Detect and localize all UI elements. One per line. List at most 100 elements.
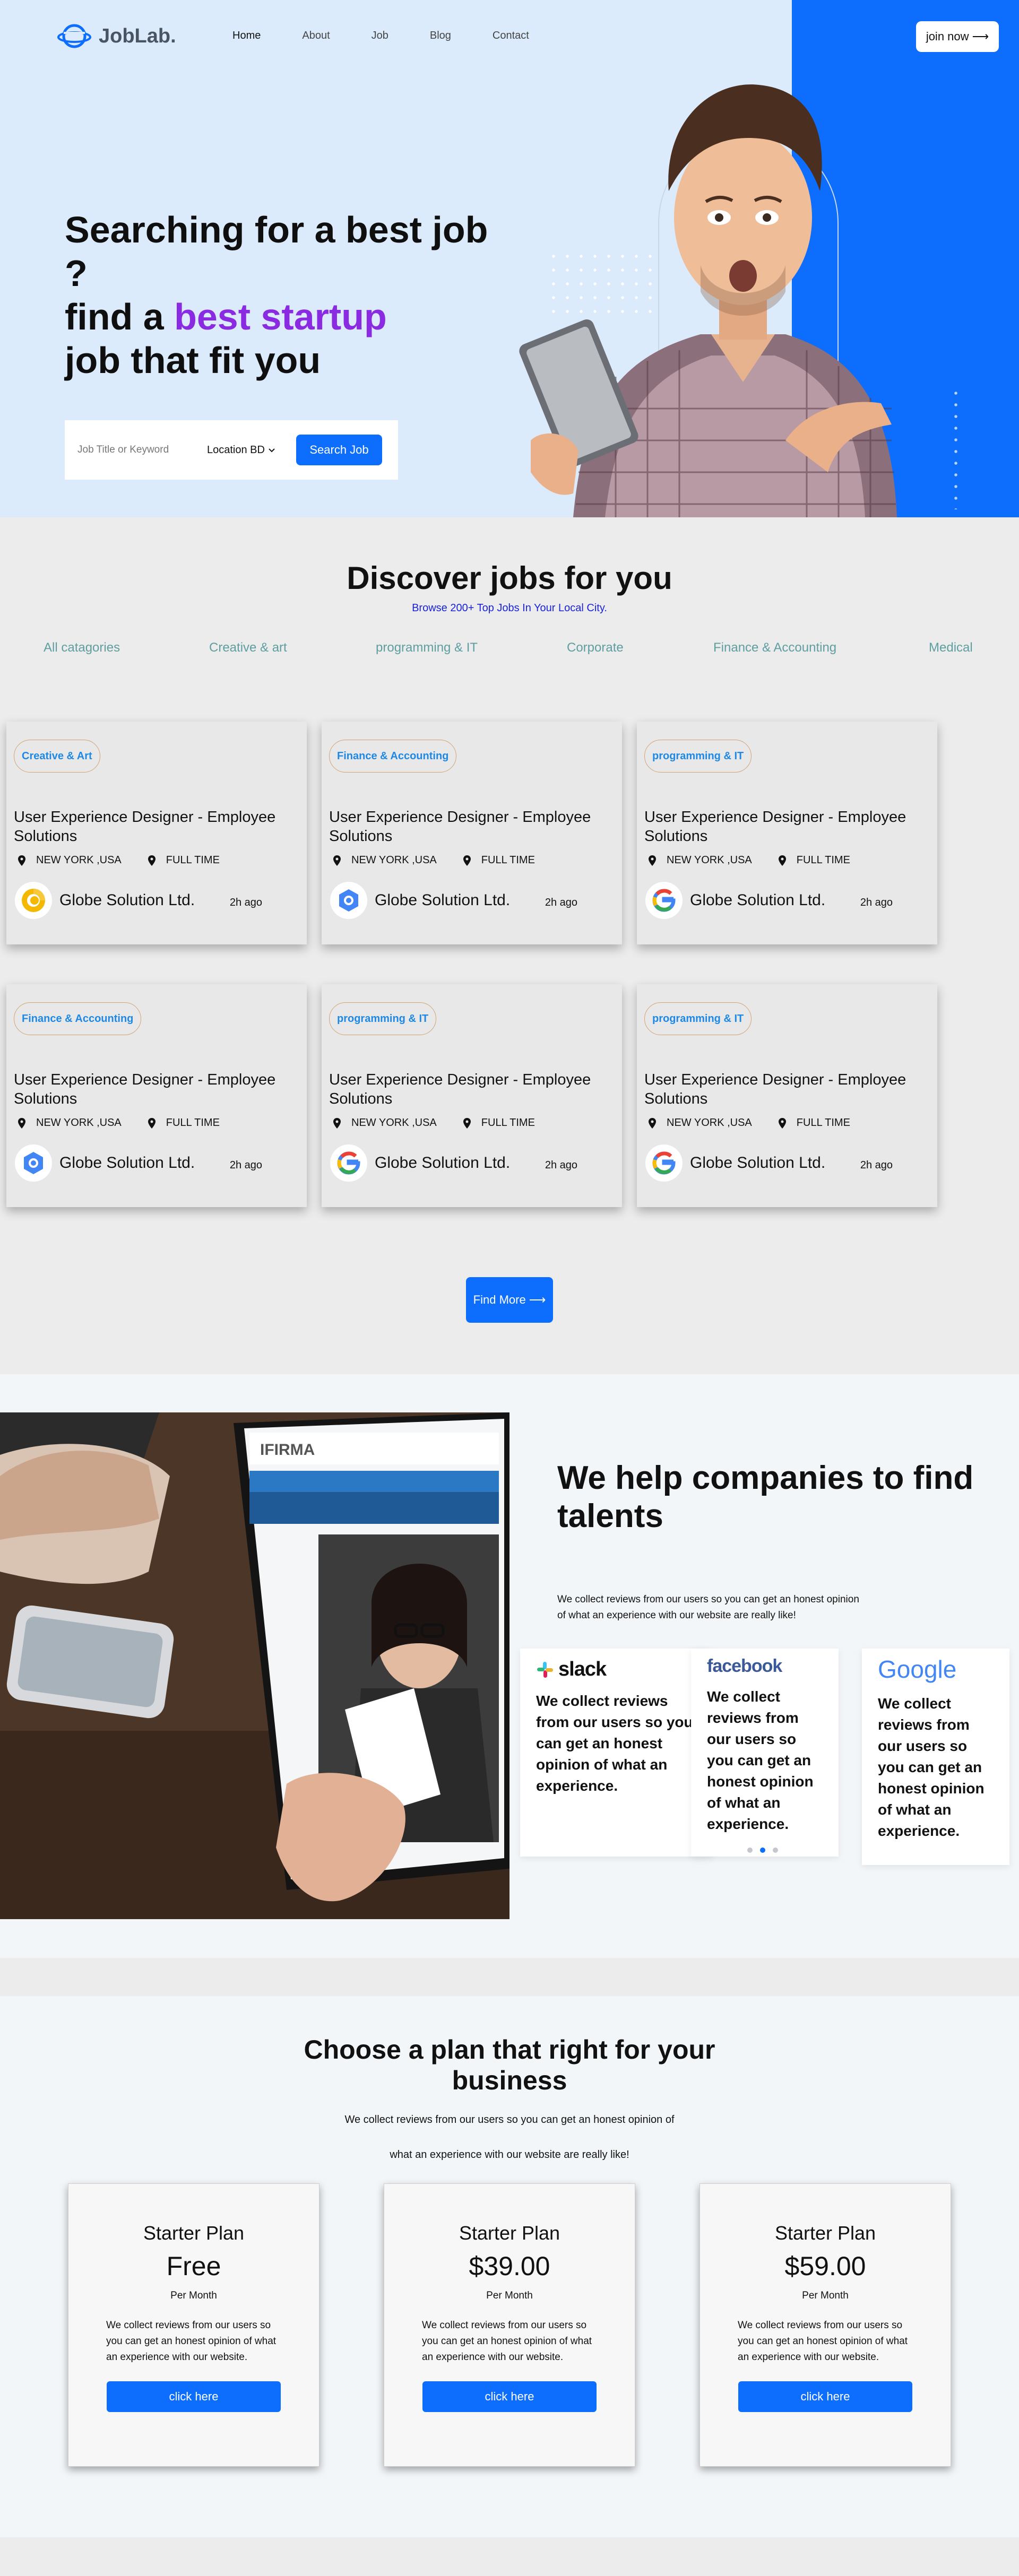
tablet-website-image: IFIRMA [0,1412,510,1919]
job-title[interactable]: User Experience Designer - Employee Solu… [14,808,279,846]
location-select[interactable]: Location BD [207,444,292,456]
posted-time: 2h ago [860,1159,893,1171]
plan-click-here-button[interactable]: click here [107,2381,281,2412]
pricing-title: Choose a plan that right for your busine… [304,2035,715,2095]
category-all[interactable]: All catagories [44,640,120,655]
category-creative-art[interactable]: Creative & art [209,640,287,655]
search-job-button[interactable]: Search Job [296,435,382,465]
find-more-button[interactable]: Find More ⟶ [466,1277,553,1323]
category-programming-it[interactable]: programming & IT [376,640,478,655]
nav-blog[interactable]: Blog [430,30,451,42]
plan-name: Starter Plan [459,2222,560,2244]
job-category-tag[interactable]: programming & IT [644,740,752,773]
job-title[interactable]: User Experience Designer - Employee Solu… [644,808,910,846]
job-keyword-input[interactable] [77,444,200,456]
section-divider [0,1958,1019,1996]
job-location: NEW YORK ,USA [667,854,752,866]
location-pin-icon [148,855,156,866]
facebook-wordmark: facebook [707,1656,782,1676]
company-info: Globe Solution Ltd. [645,882,825,919]
chevron-down-icon [268,444,275,456]
job-category-tag[interactable]: programming & IT [329,1002,437,1035]
job-card[interactable]: Creative & Art User Experience Designer … [6,722,307,944]
job-card[interactable]: programming & IT User Experience Designe… [637,984,937,1207]
hero-person-image [519,84,897,517]
facebook-logo: facebook [707,1656,823,1677]
job-category-tag[interactable]: programming & IT [644,1002,752,1035]
job-type: FULL TIME [796,1117,850,1129]
location-pin-icon [148,1117,156,1129]
review-text: We collect reviews from our users so you… [707,1688,814,1832]
logo[interactable]: JobLab. [57,21,176,51]
posted-time: 2h ago [229,897,262,908]
gear-hex-icon [15,1144,52,1182]
job-category-tag[interactable]: Finance & Accounting [329,740,457,773]
plan-period: Per Month [486,2290,533,2301]
category-medical[interactable]: Medical [929,640,973,655]
job-card[interactable]: programming & IT User Experience Designe… [637,722,937,944]
plan-period: Per Month [170,2290,217,2301]
job-meta: NEW YORK ,USA FULL TIME [649,1117,850,1129]
review-card[interactable]: facebook We collect reviews from our use… [691,1649,839,1857]
carousel-dot[interactable] [747,1848,753,1853]
job-type: FULL TIME [481,1117,535,1129]
category-finance-accounting[interactable]: Finance & Accounting [713,640,836,655]
plan-click-here-button[interactable]: click here [738,2381,912,2412]
review-card[interactable]: slack We collect reviews from our users … [520,1649,712,1857]
job-category-tag[interactable]: Finance & Accounting [14,1002,142,1035]
job-category-tag[interactable]: Creative & Art [14,740,100,773]
company-name[interactable]: Globe Solution Ltd. [690,1154,825,1172]
job-title[interactable]: User Experience Designer - Employee Solu… [329,808,594,846]
job-title[interactable]: User Experience Designer - Employee Solu… [14,1070,279,1108]
company-info: Globe Solution Ltd. [15,882,195,919]
plan-price: $59.00 [784,2251,866,2281]
job-card[interactable]: Finance & Accounting User Experience Des… [6,984,307,1207]
plan-description: We collect reviews from our users so you… [738,2320,908,2363]
job-title[interactable]: User Experience Designer - Employee Solu… [644,1070,910,1108]
nav-about[interactable]: About [302,30,330,42]
jobs-title: Discover jobs for you [347,560,672,596]
hero-title-line2: ? [65,253,88,294]
job-card[interactable]: programming & IT User Experience Designe… [322,984,622,1207]
hero-title: Searching for a best job ? find a best s… [65,208,511,382]
nav-home[interactable]: Home [232,30,261,42]
job-location: NEW YORK ,USA [667,1117,752,1129]
company-info: Globe Solution Ltd. [15,1144,195,1182]
company-name[interactable]: Globe Solution Ltd. [59,1154,195,1172]
company-name[interactable]: Globe Solution Ltd. [690,891,825,909]
gear-hex-icon [330,882,367,919]
carousel-dot-active[interactable] [760,1848,765,1853]
plan-description: We collect reviews from our users so you… [106,2320,277,2363]
slack-logo: slack [536,1658,696,1681]
nav-contact[interactable]: Contact [493,30,529,42]
svg-text:IFIRMA: IFIRMA [260,1441,315,1459]
location-pin-icon [18,855,25,866]
plan-description: We collect reviews from our users so you… [422,2320,592,2363]
plan-click-here-button[interactable]: click here [422,2381,597,2412]
job-meta: NEW YORK ,USA FULL TIME [649,854,850,866]
company-name[interactable]: Globe Solution Ltd. [375,891,510,909]
company-info: Globe Solution Ltd. [330,1144,510,1182]
job-type: FULL TIME [481,854,535,866]
company-name[interactable]: Globe Solution Ltd. [375,1154,510,1172]
pricing-subtitle: We collect reviews from our users so you… [0,2102,1019,2172]
carousel-dot[interactable] [773,1848,778,1853]
planet-logo-icon [57,21,91,51]
job-location: NEW YORK ,USA [351,854,437,866]
nav-job[interactable]: Job [372,30,388,42]
review-card[interactable]: Google We collect reviews from our users… [862,1649,1009,1865]
carousel-dots [747,1848,778,1853]
join-now-button[interactable]: join now ⟶ [916,21,999,52]
company-info: Globe Solution Ltd. [645,1144,825,1182]
job-meta: NEW YORK ,USA FULL TIME [333,854,535,866]
job-location: NEW YORK ,USA [36,1117,122,1129]
plan-name: Starter Plan [774,2222,876,2244]
location-pin-icon [649,855,656,866]
job-card[interactable]: Finance & Accounting User Experience Des… [322,722,622,944]
category-corporate[interactable]: Corporate [567,640,624,655]
location-pin-icon [333,1117,341,1129]
company-name[interactable]: Globe Solution Ltd. [59,891,195,909]
plan-card: Starter Plan Free Per Month We collect r… [68,2183,319,2467]
job-title[interactable]: User Experience Designer - Employee Solu… [329,1070,594,1108]
help-description: We collect reviews from our users so you… [557,1594,859,1621]
